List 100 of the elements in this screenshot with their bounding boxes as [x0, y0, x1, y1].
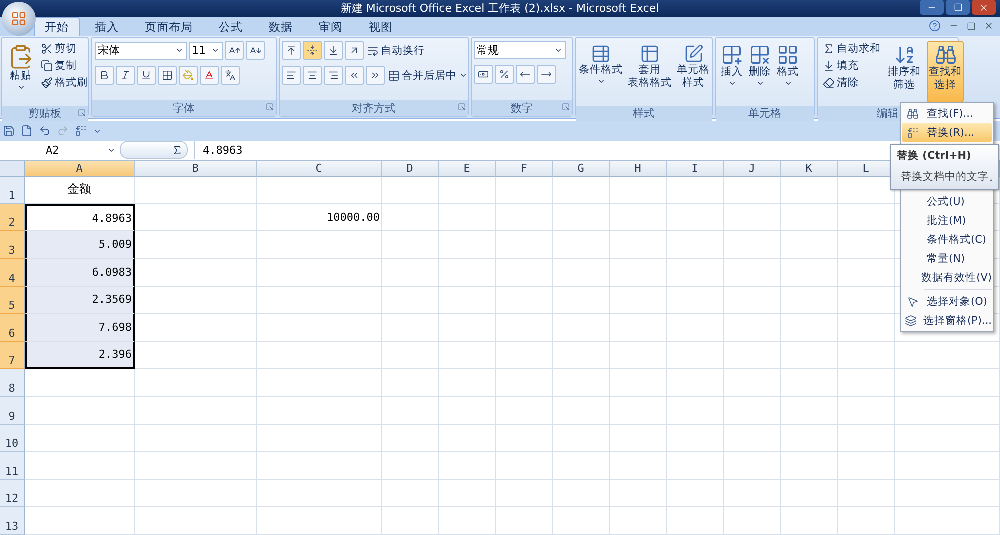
table-cell [667, 342, 724, 370]
font-size-field[interactable]: 11 [189, 42, 223, 60]
column-header[interactable]: G [553, 160, 610, 177]
column-header[interactable]: C [257, 160, 382, 177]
ribbon-tab[interactable]: 审阅 [308, 17, 354, 36]
row-header[interactable]: 2 [0, 204, 25, 232]
row-header[interactable]: 4 [0, 259, 25, 287]
row-header[interactable]: 13 [0, 507, 25, 535]
cells-button[interactable]: 格式 [775, 41, 801, 104]
currency-button[interactable] [474, 65, 493, 84]
group-label: 字体 [173, 100, 195, 116]
align-right-button[interactable] [324, 66, 343, 86]
column-header[interactable]: B [135, 160, 257, 177]
column-header[interactable]: E [439, 160, 496, 177]
menu-item[interactable]: 数据有效性(V) [902, 268, 992, 287]
row-header[interactable]: 11 [0, 452, 25, 480]
row-header[interactable]: 5 [0, 286, 25, 314]
column-header[interactable]: A [25, 160, 135, 177]
column-header[interactable]: I [667, 160, 724, 177]
grow-font-button[interactable] [225, 41, 244, 60]
align-center-button[interactable] [303, 66, 322, 86]
phonetic-button[interactable] [221, 66, 240, 86]
merge-center-button[interactable]: 合并后居中 [387, 68, 469, 84]
italic-button[interactable] [116, 66, 135, 86]
menu-item[interactable]: 替换(R)... [902, 123, 992, 142]
column-header[interactable]: K [781, 160, 838, 177]
editing-action[interactable]: 自动求和 [822, 41, 882, 58]
ribbon-tab[interactable]: 视图 [358, 17, 404, 36]
orientation-button[interactable] [345, 41, 364, 60]
editing-button[interactable]: 排序和 筛选 [886, 41, 923, 104]
column-header[interactable]: D [382, 160, 439, 177]
menu-item[interactable]: 批注(M) [902, 211, 992, 230]
font-color-button[interactable] [200, 66, 219, 86]
ribbon-tab[interactable]: 页面布局 [134, 17, 204, 36]
editing-action[interactable]: 填充 [822, 58, 882, 74]
percent-button[interactable] [495, 65, 514, 84]
number-format-field[interactable]: 常规 [474, 41, 566, 60]
table-cell [838, 369, 895, 398]
clipboard-action[interactable]: 格式刷 [40, 75, 89, 92]
clipboard-action[interactable]: 剪切 [40, 41, 89, 58]
menu-item[interactable]: 常量(N) [902, 249, 992, 268]
ribbon-tab[interactable]: 公式 [208, 17, 254, 36]
table-cell [382, 342, 439, 370]
style-button[interactable]: 套用 表格格式 [626, 41, 674, 104]
table-cell [553, 204, 610, 232]
align-bottom-button[interactable] [324, 41, 343, 60]
table-cell: 4.8963 [25, 204, 135, 232]
row-header[interactable]: 9 [0, 397, 25, 425]
outdent-button[interactable] [345, 66, 364, 86]
menu-item[interactable]: 条件格式(C) [902, 230, 992, 249]
name-box[interactable]: A2 [0, 141, 120, 160]
border-button[interactable] [158, 66, 177, 86]
row-header[interactable]: 1 [0, 176, 25, 204]
ribbon-tab[interactable]: 插入 [84, 17, 130, 36]
column-header[interactable]: J [724, 160, 781, 177]
bold-button[interactable] [95, 66, 114, 86]
fill-color-button[interactable] [179, 66, 198, 86]
font-name-field[interactable]: 宋体 [95, 42, 187, 60]
table-cell [724, 176, 781, 204]
menu-item[interactable]: 选择窗格(P)... [902, 311, 992, 330]
table-cell [610, 286, 667, 314]
ribbon-tab[interactable]: 开始 [34, 17, 80, 36]
row-header[interactable]: 7 [0, 342, 25, 370]
row-header[interactable]: 6 [0, 314, 25, 342]
table-cell [553, 424, 610, 452]
table-cell [553, 259, 610, 287]
cells-button[interactable]: 删除 [747, 41, 773, 104]
ribbon-tab[interactable]: 数据 [258, 17, 304, 36]
underline-button[interactable] [137, 66, 156, 86]
grid-x-icon [749, 44, 771, 66]
indent-button[interactable] [366, 66, 385, 86]
style-button[interactable]: 条件格式 [577, 41, 625, 104]
align-middle-button[interactable] [303, 41, 322, 60]
column-header[interactable]: H [610, 160, 667, 177]
row-header[interactable]: 3 [0, 231, 25, 260]
clipboard-action[interactable]: 复制 [40, 58, 89, 74]
increase-decimal-button[interactable] [516, 65, 535, 84]
paste-button[interactable]: 粘贴 [6, 41, 36, 104]
binoculars-icon [907, 108, 919, 120]
table-cell [382, 397, 439, 425]
align-left-button[interactable] [282, 66, 301, 86]
row-header[interactable]: 12 [0, 480, 25, 508]
close-button[interactable] [972, 0, 996, 15]
wrap-text-button[interactable]: 自动换行 [366, 42, 426, 59]
menu-item[interactable]: 选择对象(O) [902, 292, 992, 311]
editing-button[interactable]: 查找和 选择 [927, 41, 964, 104]
align-top-button[interactable] [282, 41, 301, 60]
shrink-font-button[interactable] [246, 41, 265, 60]
editing-action[interactable]: 清除 [822, 75, 882, 92]
column-header[interactable]: F [496, 160, 553, 177]
wrap-text-icon [367, 44, 379, 57]
row-header[interactable]: 8 [0, 369, 25, 398]
maximize-button[interactable] [946, 0, 970, 15]
decrease-decimal-button[interactable] [537, 65, 556, 84]
row-header[interactable]: 10 [0, 424, 25, 452]
table-cell [724, 507, 781, 535]
menu-item[interactable]: 查找(F)... [902, 104, 992, 123]
table-cell [553, 314, 610, 342]
style-button[interactable]: 单元格 样式 [675, 41, 712, 104]
cells-button[interactable]: 插入 [719, 41, 745, 104]
